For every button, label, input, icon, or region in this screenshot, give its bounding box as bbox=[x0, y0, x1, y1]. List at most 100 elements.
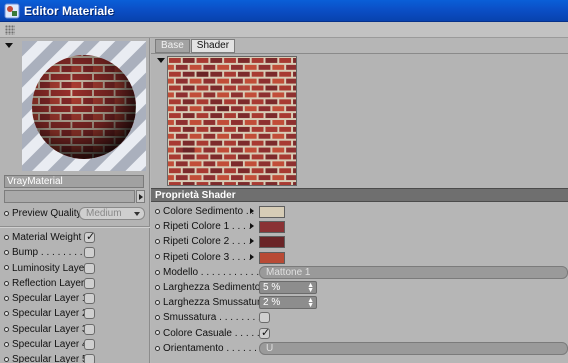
preview-quality-select[interactable]: Medium bbox=[79, 207, 145, 220]
property-colore-casuale: Colore Casuale . . . . . bbox=[155, 326, 568, 342]
chevron-down-icon bbox=[134, 212, 140, 216]
channel-row: Specular Layer 5 bbox=[4, 353, 146, 363]
animation-bullet-icon[interactable] bbox=[4, 326, 9, 332]
channel-checkbox[interactable] bbox=[84, 230, 95, 243]
animation-bullet-icon[interactable] bbox=[4, 357, 9, 363]
property-smussatura: Smussatura . . . . . . . . bbox=[155, 311, 568, 326]
colore-casuale-checkbox[interactable] bbox=[259, 326, 270, 339]
animation-bullet-icon[interactable] bbox=[4, 210, 9, 216]
animation-bullet-icon[interactable] bbox=[4, 265, 9, 271]
larghezza-sedimento-input[interactable]: 5 % ▲ ▼ bbox=[259, 280, 317, 294]
animation-bullet-icon[interactable] bbox=[4, 311, 9, 317]
material-sphere-preview[interactable] bbox=[22, 41, 146, 171]
drag-grip-icon[interactable] bbox=[5, 25, 15, 35]
property-orientamento: Orientamento . . . . . . U bbox=[155, 341, 568, 357]
channel-checkbox[interactable] bbox=[84, 339, 95, 351]
animation-bullet-icon[interactable] bbox=[155, 254, 160, 260]
window-titlebar[interactable]: Editor Materiale bbox=[0, 0, 568, 22]
preview-menu-icon[interactable] bbox=[157, 58, 165, 63]
property-label: Ripeti Colore 2 . . . . bbox=[163, 236, 252, 248]
property-label: Smussatura . . . . . . . . bbox=[163, 312, 261, 324]
property-ripeti-colore-1: Ripeti Colore 1 . . . . bbox=[155, 220, 568, 235]
channel-checkbox[interactable] bbox=[84, 308, 95, 320]
animation-bullet-icon[interactable] bbox=[4, 234, 9, 240]
channel-label: Specular Layer 4 bbox=[12, 339, 88, 351]
channel-label: Specular Layer 5 bbox=[12, 354, 88, 363]
shader-preview-area bbox=[151, 54, 568, 188]
preview-quality-row: Preview Quality Medium bbox=[4, 207, 146, 221]
channel-checkbox[interactable] bbox=[84, 247, 95, 259]
modello-select[interactable]: Mattone 1 bbox=[259, 265, 568, 279]
property-label: Colore Sedimento . . bbox=[163, 206, 255, 217]
channel-checkbox[interactable] bbox=[84, 354, 95, 363]
animation-bullet-icon[interactable] bbox=[4, 296, 9, 302]
material-field-arrow-button[interactable] bbox=[136, 190, 145, 203]
property-ripeti-colore-2: Ripeti Colore 2 . . . . bbox=[155, 235, 568, 250]
color-swatch[interactable] bbox=[259, 236, 285, 249]
animation-bullet-icon[interactable] bbox=[4, 250, 9, 256]
expand-arrow-icon[interactable] bbox=[250, 253, 254, 260]
animation-bullet-icon[interactable] bbox=[155, 284, 160, 290]
animation-bullet-icon[interactable] bbox=[155, 345, 160, 351]
animation-bullet-icon[interactable] bbox=[155, 330, 160, 336]
spinner-arrows-icon[interactable]: ▲ ▼ bbox=[307, 297, 314, 309]
animation-bullet-icon[interactable] bbox=[155, 299, 160, 305]
toolbar bbox=[0, 22, 568, 38]
color-swatch[interactable] bbox=[259, 221, 285, 234]
preview-quality-label: Preview Quality bbox=[12, 208, 82, 219]
channel-row: Specular Layer 1 bbox=[4, 292, 146, 307]
animation-bullet-icon[interactable] bbox=[155, 315, 160, 321]
channel-list: Material Weight Bump . . . . . . . . . L… bbox=[4, 230, 146, 363]
animation-bullet-icon[interactable] bbox=[4, 341, 9, 347]
property-colore-sedimento: Colore Sedimento . . bbox=[155, 205, 568, 220]
tab-bar: Base Shader bbox=[155, 39, 236, 53]
brick-shader-preview[interactable] bbox=[167, 56, 297, 186]
channel-checkbox[interactable] bbox=[84, 262, 95, 274]
expand-arrow-icon[interactable] bbox=[250, 238, 254, 245]
color-swatch[interactable] bbox=[259, 206, 285, 218]
color-swatch[interactable] bbox=[259, 251, 285, 264]
section-header[interactable]: Proprietà Shader bbox=[151, 188, 568, 202]
section-title: Proprietà Shader bbox=[155, 190, 236, 201]
expand-arrow-icon[interactable] bbox=[250, 208, 254, 214]
channel-row: Luminosity Layer bbox=[4, 262, 146, 277]
app-icon bbox=[4, 3, 20, 19]
shader-properties: Colore Sedimento . . Ripeti Colore 1 . .… bbox=[155, 205, 568, 357]
material-text-field[interactable] bbox=[4, 190, 135, 203]
orientamento-select[interactable]: U bbox=[259, 341, 568, 355]
animation-bullet-icon[interactable] bbox=[155, 208, 160, 214]
property-larghezza-smussatura: Larghezza Smussatura 2 % ▲ ▼ bbox=[155, 296, 568, 311]
right-panel: Base Shader Proprietà Shader Colore Sedi… bbox=[151, 38, 568, 363]
channel-checkbox[interactable] bbox=[84, 277, 95, 289]
smussatura-checkbox[interactable] bbox=[259, 312, 270, 324]
property-larghezza-sedimento: Larghezza Sedimento 5 % ▲ ▼ bbox=[155, 280, 568, 296]
property-label: Ripeti Colore 3 . . . . bbox=[163, 251, 252, 263]
channel-row: Specular Layer 2 bbox=[4, 307, 146, 322]
property-label: Orientamento . . . . . . bbox=[163, 342, 257, 354]
material-name-field[interactable]: VrayMaterial bbox=[4, 175, 144, 188]
property-label: Modello . . . . . . . . . . . . bbox=[163, 266, 265, 278]
spinner-arrows-icon[interactable]: ▲ ▼ bbox=[307, 282, 314, 294]
animation-bullet-icon[interactable] bbox=[4, 280, 9, 286]
tab-base[interactable]: Base bbox=[155, 39, 190, 53]
property-label: Colore Casuale . . . . . bbox=[163, 327, 260, 339]
property-label: Larghezza Sedimento bbox=[163, 281, 261, 293]
larghezza-smussatura-input[interactable]: 2 % ▲ ▼ bbox=[259, 296, 317, 310]
channel-row: Bump . . . . . . . . . bbox=[4, 246, 146, 261]
animation-bullet-icon[interactable] bbox=[155, 269, 160, 275]
channel-label: Specular Layer 2 bbox=[12, 308, 88, 320]
animation-bullet-icon[interactable] bbox=[155, 224, 160, 230]
channel-row: Reflection Layer bbox=[4, 277, 146, 292]
channel-checkbox[interactable] bbox=[84, 293, 95, 305]
tab-shader[interactable]: Shader bbox=[190, 39, 236, 53]
preview-menu-icon[interactable] bbox=[5, 43, 13, 48]
channel-label: Luminosity Layer bbox=[12, 262, 88, 274]
channel-checkbox[interactable] bbox=[84, 323, 95, 335]
property-label: Ripeti Colore 1 . . . . bbox=[163, 221, 252, 233]
channel-label: Material Weight bbox=[12, 232, 82, 243]
expand-arrow-icon[interactable] bbox=[250, 223, 254, 230]
property-modello: Modello . . . . . . . . . . . . Mattone … bbox=[155, 265, 568, 281]
left-panel: VrayMaterial Preview Quality Medium Mate… bbox=[0, 38, 150, 363]
animation-bullet-icon[interactable] bbox=[155, 239, 160, 245]
spinner-value: 2 % bbox=[263, 297, 281, 309]
